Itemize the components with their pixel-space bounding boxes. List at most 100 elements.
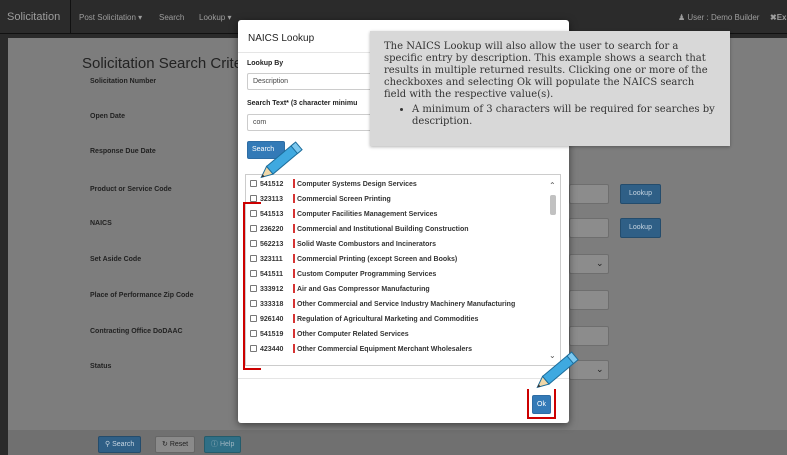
list-item[interactable]: 562213 Solid Waste Combustors and Inciner…: [250, 239, 436, 251]
label-response-due-date: Response Due Date: [90, 148, 156, 155]
naics-description: Commercial Screen Printing: [297, 196, 391, 203]
lookup-by-label: Lookup By: [247, 60, 284, 67]
naics-input[interactable]: [569, 218, 609, 238]
search-text-label: Search Text* (3 character minimu: [247, 100, 358, 107]
checkbox-highlight-bracket: [243, 202, 261, 370]
user-menu[interactable]: ♟ User : Demo Builder: [678, 13, 759, 22]
naics-description: Regulation of Agricultural Marketing and…: [297, 316, 479, 323]
nav-post-solicitation[interactable]: Post Solicitation ▾: [79, 13, 142, 22]
code-divider: [293, 194, 295, 203]
code-divider: [293, 284, 295, 293]
label-naics: NAICS: [90, 220, 112, 227]
product-service-lookup-button[interactable]: Lookup: [620, 184, 661, 204]
naics-code: 541511: [260, 271, 283, 278]
search-icon: ⚲: [105, 441, 111, 448]
naics-code: 323111: [260, 256, 283, 263]
refresh-icon: ↻: [162, 441, 168, 448]
search-button-label: Search: [112, 441, 135, 448]
naics-description: Air and Gas Compressor Manufacturing: [297, 286, 430, 293]
naics-lookup-button[interactable]: Lookup: [620, 218, 661, 238]
user-name: User : Demo Builder: [687, 13, 760, 22]
page-title: Solicitation Search Criteri: [82, 55, 251, 72]
naics-code: 926140: [260, 316, 284, 323]
code-divider: [293, 329, 295, 338]
label-place-of-performance: Place of Performance Zip Code: [90, 292, 194, 299]
label-set-aside-code: Set Aside Code: [90, 256, 142, 263]
list-item[interactable]: 541511 Custom Computer Programming Servic…: [250, 269, 436, 281]
lookup-by-select[interactable]: Description: [247, 73, 387, 90]
naics-code: 236220: [260, 226, 284, 233]
exit-link[interactable]: ✖Ex: [770, 13, 787, 22]
naics-description: Commercial Printing (except Screen and B…: [297, 256, 458, 263]
list-item[interactable]: 423440 Other Commercial Equipment Merchan…: [250, 344, 472, 356]
code-divider: [293, 344, 295, 353]
navbar-divider: [70, 0, 71, 34]
code-divider: [293, 239, 295, 248]
list-item[interactable]: 541513 Computer Facilities Management Ser…: [250, 209, 437, 221]
naics-description: Custom Computer Programming Services: [297, 271, 437, 278]
chevron-down-icon: ⌄: [596, 258, 604, 268]
info-icon: ⓘ: [211, 441, 218, 448]
code-divider: [293, 314, 295, 323]
naics-code: 333912: [260, 286, 284, 293]
label-solicitation-number: Solicitation Number: [90, 78, 157, 85]
naics-description: Other Computer Related Services: [297, 331, 409, 338]
naics-description: Other Commercial and Service Industry Ma…: [297, 301, 516, 308]
pencil-icon: [536, 351, 579, 389]
modal-footer-divider: [238, 378, 569, 379]
code-divider: [293, 269, 295, 278]
list-item[interactable]: 333912 Air and Gas Compressor Manufacturi…: [250, 284, 430, 296]
naics-description: Commercial and Institutional Building Co…: [297, 226, 469, 233]
label-contracting-office: Contracting Office DoDAAC: [90, 328, 183, 335]
nav-lookup[interactable]: Lookup ▾: [199, 13, 231, 22]
modal-title: NAICS Lookup: [248, 33, 315, 44]
search-text-input[interactable]: com: [247, 114, 387, 131]
scroll-up-icon[interactable]: ⌃: [549, 181, 556, 190]
list-item[interactable]: 323111 Commercial Printing (except Screen…: [250, 254, 457, 266]
reset-button-label: Reset: [169, 441, 189, 448]
callout-text: The NAICS Lookup will also allow the use…: [384, 41, 708, 100]
search-button[interactable]: ⚲ Search: [98, 436, 142, 453]
product-service-code-input[interactable]: [569, 184, 609, 204]
list-item[interactable]: 333318 Other Commercial and Service Indus…: [250, 299, 515, 311]
help-button[interactable]: ⓘ Help: [204, 436, 242, 453]
callout-list: A minimum of 3 characters will be requir…: [384, 104, 716, 128]
naics-code: 562213: [260, 241, 284, 248]
label-product-service-code: Product or Service Code: [90, 186, 172, 193]
naics-description: Other Commercial Equipment Merchant Whol…: [297, 346, 473, 353]
instruction-callout: The NAICS Lookup will also allow the use…: [370, 31, 730, 146]
naics-description: Computer Systems Design Services: [297, 181, 417, 188]
label-open-date: Open Date: [90, 113, 126, 120]
naics-code: 541513: [260, 211, 284, 218]
callout-bullet: A minimum of 3 characters will be requir…: [412, 104, 716, 128]
list-item[interactable]: 236220 Commercial and Institutional Build…: [250, 224, 469, 236]
naics-description: Computer Facilities Management Services: [297, 211, 438, 218]
code-divider: [293, 209, 295, 218]
naics-results-list: 541512 Computer Systems Design Services 32…: [245, 174, 561, 366]
exit-label: Ex: [776, 13, 787, 22]
pencil-icon: [260, 141, 303, 179]
results-scrollbar[interactable]: ⌃ ⌄: [548, 177, 558, 365]
code-divider: [293, 299, 295, 308]
scroll-thumb[interactable]: [550, 195, 556, 215]
nav-search[interactable]: Search: [159, 13, 184, 22]
naics-code: 323113: [260, 196, 283, 203]
naics-code: 333318: [260, 301, 284, 308]
result-checkbox[interactable]: [250, 195, 257, 202]
naics-code: 541519: [260, 331, 284, 338]
list-item[interactable]: 541519 Other Computer Related Services: [250, 329, 409, 341]
naics-code: 423440: [260, 346, 284, 353]
list-item[interactable]: 323113 Commercial Screen Printing: [250, 194, 391, 206]
close-icon: ✖: [770, 13, 777, 22]
label-status: Status: [90, 363, 112, 370]
chevron-down-icon: ⌄: [596, 364, 604, 374]
dodaac-input[interactable]: [569, 326, 609, 346]
zip-code-input[interactable]: [569, 290, 609, 310]
naics-description: Solid Waste Combustors and Incinerators: [297, 241, 436, 248]
code-divider: [293, 254, 295, 263]
list-item[interactable]: 926140 Regulation of Agricultural Marketi…: [250, 314, 478, 326]
reset-button[interactable]: ↻ Reset: [155, 436, 196, 453]
code-divider: [293, 224, 295, 233]
brand-link[interactable]: Solicitation: [7, 11, 60, 23]
user-icon: ♟: [678, 13, 686, 22]
